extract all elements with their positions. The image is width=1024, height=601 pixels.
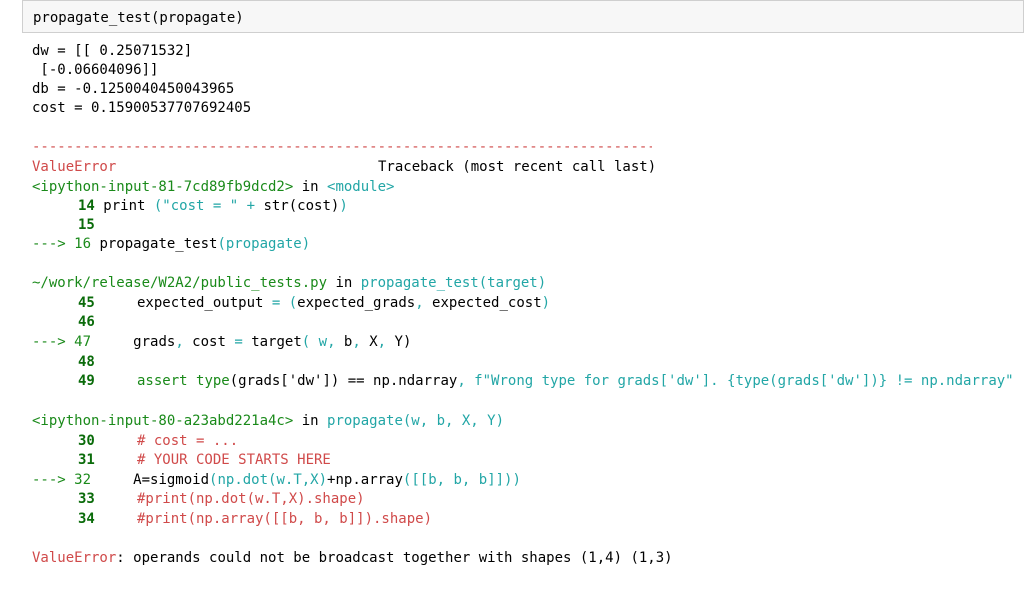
cost-line: cost = 0.15900537707692405 — [32, 100, 252, 116]
dw-line-1: dw = [[ 0.25071532] — [32, 43, 193, 59]
traceback-separator: ----------------------------------------… — [32, 139, 652, 155]
final-error-line: ValueError: operands could not be broadc… — [32, 550, 673, 566]
frame-2-line-49: 49 assert type(grads['dw']) == np.ndarra… — [78, 373, 1014, 389]
traceback-header: Traceback (most recent call last) — [378, 159, 657, 175]
frame-1-line-16: ---> 16 propagate_test(propagate) — [32, 236, 311, 252]
code-text[interactable]: propagate_test(propagate) — [33, 10, 244, 26]
frame-2-line-47: ---> 47 grads, cost = target( w, b, X, Y… — [32, 334, 412, 350]
frame-3-line-32: ---> 32 A=sigmoid(np.dot(w.T,X)+np.array… — [32, 472, 521, 488]
error-type: ValueError — [32, 159, 117, 175]
frame-2-location: ~/work/release/W2A2/public_tests.py in p… — [32, 275, 547, 291]
frame-3-line-30: 30 # cost = ... — [78, 433, 239, 449]
code-input-cell[interactable]: propagate_test(propagate) — [22, 0, 1024, 33]
frame-1-location: <ipython-input-81-7cd89fb9dcd2> in <modu… — [32, 179, 395, 195]
dw-line-2: [-0.06604096]] — [32, 62, 159, 78]
frame-3-location: <ipython-input-80-a23abd221a4c> in propa… — [32, 413, 505, 429]
frame-3-line-31: 31 # YOUR CODE STARTS HERE — [78, 452, 331, 468]
frame-1-line-15: 15 — [78, 217, 95, 233]
frame-2-line-48: 48 — [78, 354, 95, 370]
frame-2-line-46: 46 — [78, 314, 95, 330]
frame-3-line-34: 34 #print(np.array([[b, b, b]]).shape) — [78, 511, 433, 527]
frame-2-line-45: 45 expected_output = (expected_grads, ex… — [78, 295, 551, 311]
frame-1-line-14: 14 print ("cost = " + str(cost)) — [78, 198, 348, 214]
db-line: db = -0.1250040450043965 — [32, 81, 235, 97]
frame-3-line-33: 33 #print(np.dot(w.T,X).shape) — [78, 491, 365, 507]
